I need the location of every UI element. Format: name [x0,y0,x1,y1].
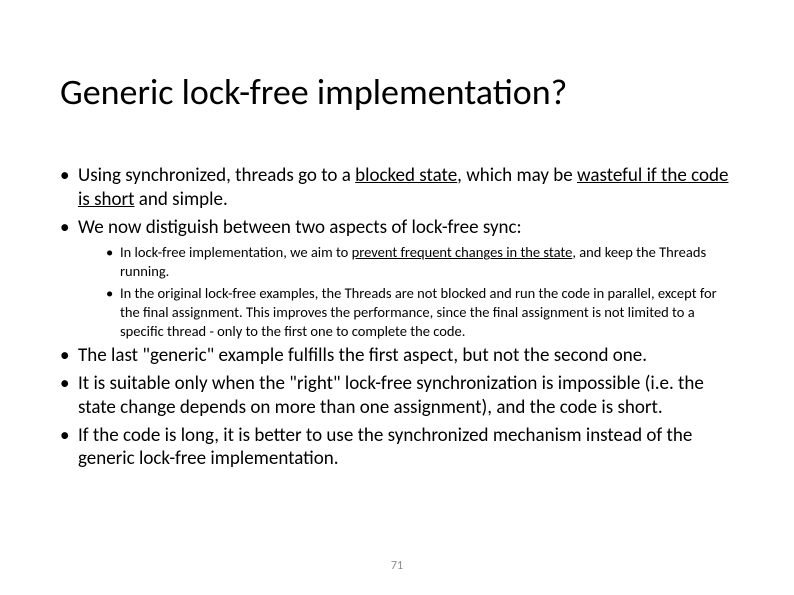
bullet-3: The last "generic" example fulfills the … [60,344,734,368]
bullet-1-text-a: Using synchronized, threads go to a [78,164,355,187]
slide-title: Generic lock-free implementation? [60,70,734,114]
bullet-4-text: It is suitable only when the "right" loc… [78,372,704,419]
bullet-list: Using synchronized, threads go to a bloc… [60,164,734,471]
bullet-2-2: In the original lock-free examples, the … [106,284,734,341]
bullet-1-text-b: , which may be [457,164,577,187]
bullet-1-underline-1: blocked state [355,164,457,187]
bullet-1: Using synchronized, threads go to a bloc… [60,164,734,212]
bullet-3-text: The last "generic" example fulfills the … [78,344,647,367]
bullet-2-1-text-a: In lock-free implementation, we aim to [120,243,352,261]
bullet-2: We now distiguish between two aspects of… [60,216,734,341]
bullet-2-2-text: In the original lock-free examples, the … [120,284,717,340]
bullet-2-1-underline: prevent frequent changes in the state [352,243,573,261]
bullet-1-text-c: and simple. [135,188,228,211]
bullet-2-sublist: In lock-free implementation, we aim to p… [106,243,734,340]
bullet-5: If the code is long, it is better to use… [60,424,734,472]
bullet-5-text: If the code is long, it is better to use… [78,424,692,471]
bullet-2-1: In lock-free implementation, we aim to p… [106,243,734,281]
bullet-2-text: We now distiguish between two aspects of… [78,216,522,239]
slide: Generic lock-free implementation? Using … [0,0,794,595]
page-number: 71 [0,559,794,573]
bullet-4: It is suitable only when the "right" loc… [60,372,734,420]
